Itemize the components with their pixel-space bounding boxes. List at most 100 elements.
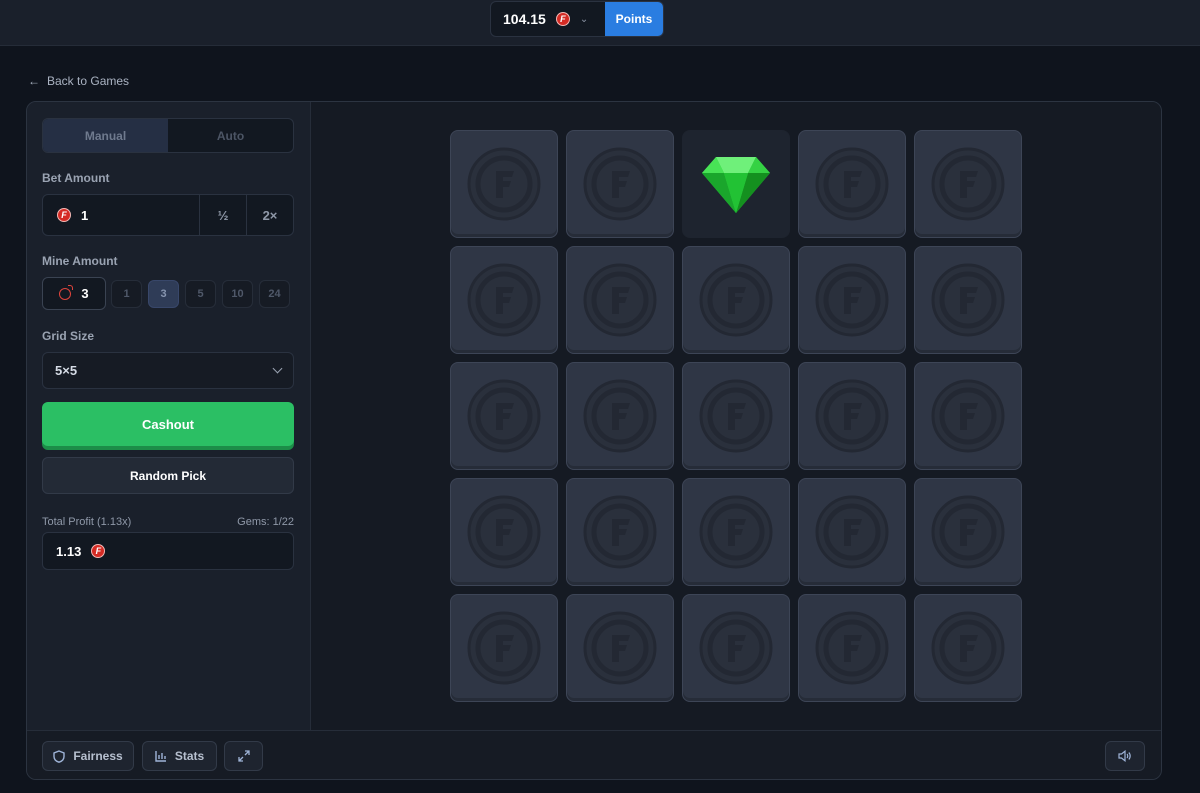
hidden-tile[interactable] <box>682 594 790 702</box>
bottom-toolbar: Fairness Stats <box>27 730 1161 779</box>
cashout-button[interactable]: Cashout <box>42 402 294 446</box>
f-coin-icon <box>467 147 541 221</box>
hidden-tile[interactable] <box>450 130 558 238</box>
f-coin-icon <box>699 379 773 453</box>
f-coin-icon <box>815 147 889 221</box>
hidden-tile[interactable] <box>914 246 1022 354</box>
speaker-icon <box>1118 750 1131 762</box>
f-coin-icon <box>467 263 541 337</box>
f-coin-icon <box>583 611 657 685</box>
f-coin-icon: F <box>555 12 570 26</box>
f-coin-icon <box>467 495 541 569</box>
f-coin-icon <box>583 379 657 453</box>
hidden-tile[interactable] <box>798 130 906 238</box>
profit-row: Total Profit (1.13x) Gems: 1/22 <box>42 516 294 528</box>
hidden-tile[interactable] <box>798 594 906 702</box>
grid-size-label: Grid Size <box>42 329 95 343</box>
hidden-tile[interactable] <box>914 478 1022 586</box>
f-coin-icon <box>699 495 773 569</box>
mine-option-5[interactable]: 5 <box>185 280 216 308</box>
tab-manual[interactable]: Manual <box>43 119 168 152</box>
f-coin-icon <box>467 611 541 685</box>
hidden-tile[interactable] <box>566 246 674 354</box>
f-coin-icon <box>699 611 773 685</box>
hidden-tile[interactable] <box>914 594 1022 702</box>
hidden-tile[interactable] <box>566 478 674 586</box>
gem-tile <box>682 130 790 238</box>
back-to-games-link[interactable]: ← Back to Games <box>28 74 129 88</box>
balance-value: 104.15 <box>503 11 546 27</box>
hidden-tile[interactable] <box>798 246 906 354</box>
f-coin-icon <box>931 611 1005 685</box>
hidden-tile[interactable] <box>798 478 906 586</box>
total-profit-field: 1.13 F <box>42 532 294 570</box>
bet-sidebar: Manual Auto Bet Amount F 1 ½ 2× Mine Amo… <box>27 102 311 730</box>
hidden-tile[interactable] <box>682 478 790 586</box>
hidden-tile[interactable] <box>798 362 906 470</box>
mine-option-1[interactable]: 1 <box>111 280 142 308</box>
bomb-icon <box>59 284 74 300</box>
game-board <box>311 102 1161 730</box>
f-coin-icon <box>699 263 773 337</box>
total-profit-label: Total Profit (1.13x) <box>42 516 132 528</box>
f-coin-icon <box>815 263 889 337</box>
mines-grid <box>450 130 1022 702</box>
hidden-tile[interactable] <box>914 130 1022 238</box>
bet-amount-input[interactable]: F 1 <box>43 195 199 235</box>
hidden-tile[interactable] <box>914 362 1022 470</box>
stats-label: Stats <box>174 749 205 763</box>
hidden-tile[interactable] <box>566 594 674 702</box>
bar-chart-icon <box>155 751 166 762</box>
f-coin-icon <box>583 263 657 337</box>
total-profit-value: 1.13 <box>56 543 82 559</box>
grid-size-select[interactable]: 5×5 <box>42 352 294 389</box>
mine-option-10[interactable]: 10 <box>222 280 253 308</box>
f-coin-icon <box>931 379 1005 453</box>
hidden-tile[interactable] <box>450 478 558 586</box>
f-coin-icon <box>815 379 889 453</box>
mode-toggle: Manual Auto <box>42 118 294 153</box>
balance-selector[interactable]: 104.15 F ⌄ Points <box>490 1 664 37</box>
hidden-tile[interactable] <box>566 130 674 238</box>
hidden-tile[interactable] <box>682 246 790 354</box>
game-panel: Manual Auto Bet Amount F 1 ½ 2× Mine Amo… <box>26 101 1162 780</box>
mine-option-3[interactable]: 3 <box>148 280 179 308</box>
back-link-label: Back to Games <box>47 74 130 88</box>
top-bar: 104.15 F ⌄ Points <box>0 0 1200 46</box>
bet-amount-field: F 1 ½ 2× <box>42 194 294 236</box>
double-bet-button[interactable]: 2× <box>246 195 293 235</box>
grid-size-value: 5×5 <box>55 363 78 378</box>
hidden-tile[interactable] <box>566 362 674 470</box>
hidden-tile[interactable] <box>450 246 558 354</box>
mine-amount-label: Mine Amount <box>42 254 118 268</box>
gem-icon <box>702 157 770 213</box>
stats-button[interactable]: Stats <box>142 741 217 771</box>
sound-button[interactable] <box>1105 741 1145 771</box>
f-coin-icon <box>583 147 657 221</box>
shield-icon <box>53 749 66 763</box>
f-coin-icon <box>931 147 1005 221</box>
points-button[interactable]: Points <box>605 2 663 36</box>
arrow-left-icon: ← <box>28 74 40 88</box>
hidden-tile[interactable] <box>682 362 790 470</box>
f-coin-icon <box>931 263 1005 337</box>
half-bet-button[interactable]: ½ <box>199 195 246 235</box>
hidden-tile[interactable] <box>450 362 558 470</box>
f-coin-icon: F <box>57 208 71 222</box>
hidden-tile[interactable] <box>450 594 558 702</box>
f-coin-icon <box>467 379 541 453</box>
mine-amount-value: 3 <box>81 286 89 301</box>
random-pick-button[interactable]: Random Pick <box>42 457 294 494</box>
f-coin-icon: F <box>91 544 106 558</box>
mine-option-24[interactable]: 24 <box>259 280 290 308</box>
mine-options: 1 3 5 10 24 <box>111 280 290 308</box>
fairness-button[interactable]: Fairness <box>42 741 134 771</box>
bet-amount-value: 1 <box>81 207 89 223</box>
gems-count: Gems: 1/22 <box>237 516 294 528</box>
f-coin-icon <box>815 495 889 569</box>
mine-amount-input[interactable]: 3 <box>42 277 106 310</box>
fullscreen-button[interactable] <box>224 741 263 771</box>
chevron-down-icon[interactable]: ⌄ <box>580 14 588 25</box>
tab-auto[interactable]: Auto <box>168 119 293 152</box>
f-coin-icon <box>583 495 657 569</box>
